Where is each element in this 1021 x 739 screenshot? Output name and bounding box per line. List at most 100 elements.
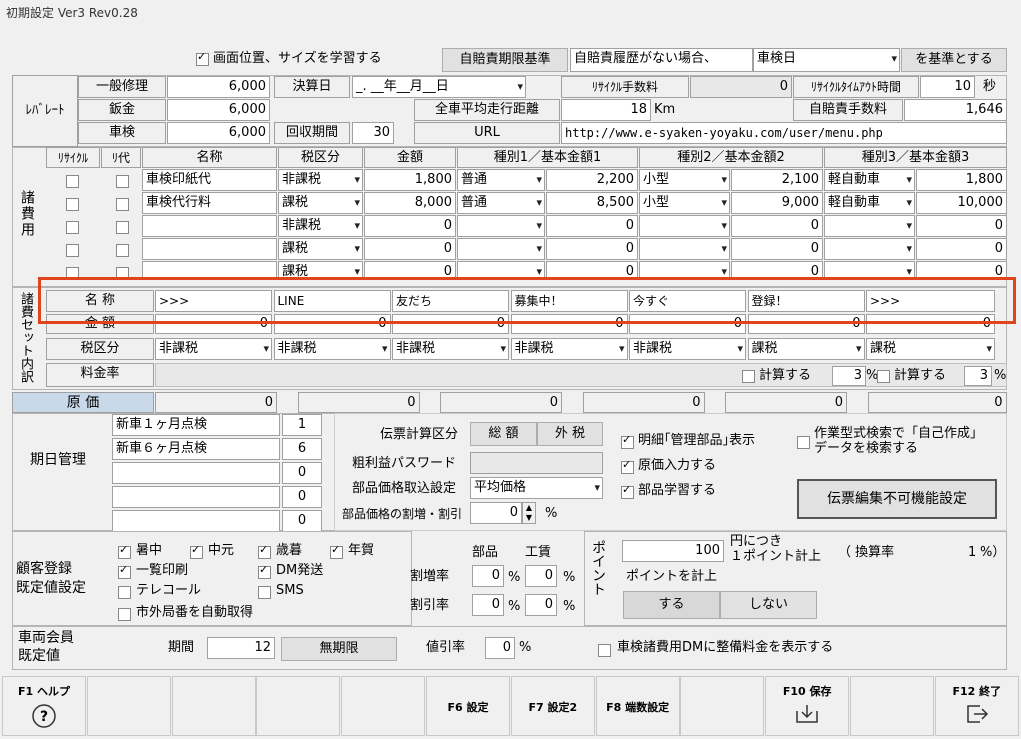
- set-tax-select[interactable]: 課税: [747, 338, 865, 360]
- function-key-1[interactable]: F1 ヘルプ?: [2, 676, 86, 736]
- rate-value-1[interactable]: 6,000: [167, 99, 270, 121]
- calc2-value[interactable]: 3: [964, 366, 992, 386]
- fee-amount[interactable]: 0: [364, 215, 456, 237]
- function-key-empty[interactable]: [850, 676, 934, 736]
- base-select[interactable]: 車検日: [753, 48, 900, 72]
- fee-amount1[interactable]: 0: [546, 215, 638, 237]
- function-key-7[interactable]: F7 設定2: [510, 676, 595, 736]
- point-yen-value[interactable]: 100: [622, 540, 724, 562]
- slip-total-button[interactable]: 総 額: [470, 422, 537, 446]
- recycle-checkbox[interactable]: [66, 174, 79, 189]
- calc1-value[interactable]: 3: [832, 366, 866, 386]
- url-value[interactable]: http://www.e-syaken-yoyaku.com/user/menu…: [561, 122, 1007, 144]
- fee-amount2[interactable]: 2,100: [731, 169, 823, 191]
- base-suffix-button[interactable]: を基準とする: [901, 48, 1007, 72]
- fee-type1-select[interactable]: [457, 215, 545, 237]
- fee-amount2[interactable]: 9,000: [731, 192, 823, 214]
- set-tax-select[interactable]: 非課税: [392, 338, 509, 360]
- set-tax-select[interactable]: 非課税: [510, 338, 628, 360]
- point-no-button[interactable]: しない: [720, 591, 817, 619]
- cost-value[interactable]: 0: [155, 392, 277, 413]
- fee-tax-select[interactable]: 非課税: [278, 215, 363, 237]
- function-key-empty[interactable]: [680, 676, 765, 736]
- cost-value[interactable]: 0: [297, 392, 420, 413]
- fee-tax-select[interactable]: 課税: [278, 192, 363, 214]
- fee-amount3[interactable]: 10,000: [916, 192, 1007, 214]
- distance-value[interactable]: 18: [561, 99, 651, 121]
- fee-amount3[interactable]: 0: [916, 238, 1007, 260]
- function-key-empty[interactable]: [256, 676, 341, 736]
- cost-value[interactable]: 0: [440, 392, 562, 413]
- customer-checkbox[interactable]: [118, 585, 131, 600]
- fee-amount3[interactable]: 1,800: [916, 169, 1007, 191]
- fee-name[interactable]: [142, 238, 277, 260]
- unlimited-button[interactable]: 無期限: [281, 637, 397, 661]
- calc2-checkbox[interactable]: [877, 369, 890, 384]
- schedule-name[interactable]: [112, 486, 280, 508]
- fee-amount[interactable]: 1,800: [364, 169, 456, 191]
- customer-checkbox[interactable]: [190, 543, 203, 560]
- function-key-empty[interactable]: [171, 676, 256, 736]
- rate-value-0[interactable]: 6,000: [167, 76, 270, 98]
- proxy-checkbox[interactable]: [116, 220, 129, 235]
- fee-amount2[interactable]: 0: [731, 238, 823, 260]
- collect-value[interactable]: 30: [352, 122, 394, 144]
- fee-type1-select[interactable]: 普通: [457, 192, 545, 214]
- proxy-checkbox[interactable]: [116, 174, 129, 189]
- fee-amount1[interactable]: 8,500: [546, 192, 638, 214]
- pw-input[interactable]: [470, 452, 603, 474]
- schedule-value[interactable]: 0: [282, 486, 322, 508]
- recycle-checkbox[interactable]: [66, 197, 79, 212]
- customer-checkbox[interactable]: [330, 543, 343, 560]
- fee-type2-select[interactable]: 小型: [639, 169, 730, 191]
- fee-amount2[interactable]: 0: [731, 215, 823, 237]
- function-key-empty[interactable]: [86, 676, 171, 736]
- fee-name[interactable]: 車検代行料: [142, 192, 277, 214]
- schedule-value[interactable]: 6: [282, 438, 322, 460]
- settle-date[interactable]: _. __年__月__日: [352, 76, 526, 98]
- schedule-name[interactable]: 新車１ヶ月点検: [112, 414, 280, 436]
- fee-amount3[interactable]: 0: [916, 215, 1007, 237]
- fee-type1-select[interactable]: [457, 238, 545, 260]
- fee-type3-select[interactable]: [824, 238, 915, 260]
- fee-tax-select[interactable]: 課税: [278, 238, 363, 260]
- customer-checkbox[interactable]: [118, 563, 131, 580]
- schedule-value[interactable]: 0: [282, 462, 322, 484]
- parts-ratio-value[interactable]: 0: [470, 502, 522, 524]
- set-tax-select[interactable]: 課税: [866, 338, 995, 360]
- timeout-value[interactable]: 10: [920, 76, 975, 98]
- recycle-fee-value[interactable]: 0: [690, 76, 792, 98]
- function-key-6[interactable]: F6 設定: [426, 676, 510, 736]
- fee-amount1[interactable]: 2,200: [546, 169, 638, 191]
- function-key-8[interactable]: F8 端数設定: [595, 676, 680, 736]
- set-tax-select[interactable]: 非課税: [273, 338, 391, 360]
- schedule-name[interactable]: 新車６ヶ月点検: [112, 438, 280, 460]
- proxy-checkbox[interactable]: [116, 243, 129, 258]
- customer-checkbox[interactable]: [118, 543, 131, 560]
- slip-tax-button[interactable]: 外 税: [537, 422, 603, 446]
- schedule-value[interactable]: 1: [282, 414, 322, 436]
- slip-lock-button[interactable]: 伝票編集不可機能設定: [797, 479, 997, 519]
- discount-parts[interactable]: 0: [472, 594, 504, 616]
- schedule-value[interactable]: 0: [282, 510, 322, 532]
- learn-check[interactable]: [196, 50, 209, 66]
- auto-area-checkbox[interactable]: [118, 607, 131, 622]
- recycle-checkbox[interactable]: [66, 243, 79, 258]
- discount-labor[interactable]: 0: [525, 594, 557, 616]
- calc1-checkbox[interactable]: [742, 369, 755, 384]
- fee-tax-select[interactable]: 非課税: [278, 169, 363, 191]
- function-key-empty[interactable]: [341, 676, 426, 736]
- parts-learn-checkbox[interactable]: [621, 483, 634, 500]
- fee-name[interactable]: 車検印紙代: [142, 169, 277, 191]
- cost-value[interactable]: 0: [867, 392, 1007, 413]
- cost-value[interactable]: 0: [725, 392, 847, 413]
- fee-name[interactable]: [142, 215, 277, 237]
- fee-amount1[interactable]: 0: [546, 238, 638, 260]
- dm-checkbox[interactable]: [598, 643, 611, 658]
- fee-type3-select[interactable]: [824, 215, 915, 237]
- markup-parts[interactable]: 0: [472, 565, 504, 587]
- proxy-checkbox[interactable]: [116, 197, 129, 212]
- insurance-base-button[interactable]: 自賠責期限基準: [442, 48, 568, 72]
- detail-checkbox[interactable]: [621, 433, 634, 450]
- period-value[interactable]: 12: [207, 637, 275, 659]
